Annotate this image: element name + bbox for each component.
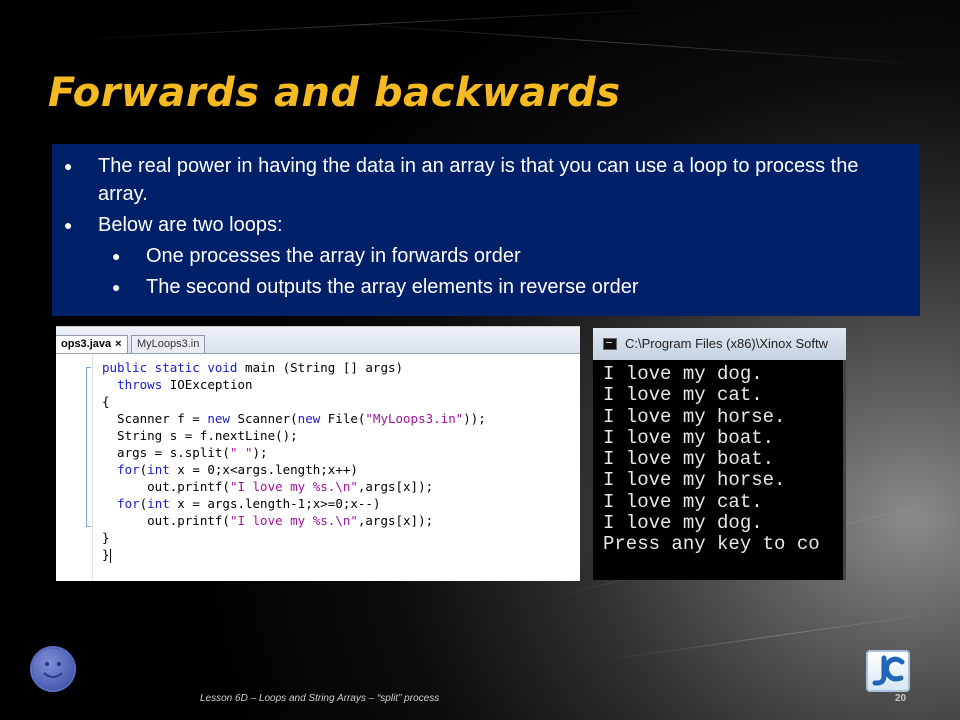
code-fold-bracket bbox=[86, 367, 91, 527]
bullet-dot-icon: ● bbox=[112, 279, 121, 295]
console-title-bar: C:\Program Files (x86)\Xinox Softw bbox=[593, 328, 846, 360]
jc-logo-icon bbox=[866, 650, 910, 692]
page-number: 20 bbox=[895, 693, 907, 704]
sub-bullet-item: ● One processes the array in forwards ord… bbox=[52, 242, 906, 270]
smiley-face-icon-glyph bbox=[43, 661, 63, 678]
bullet-item: ● The real power in having the data in an… bbox=[52, 152, 906, 208]
bullet-dot-icon: ● bbox=[112, 248, 121, 264]
bullet-item: ● Below are two loops: bbox=[52, 211, 906, 239]
bullet-list: ● The real power in having the data in an… bbox=[52, 152, 906, 301]
console-output: I love my dog. I love my cat. I love my … bbox=[603, 363, 820, 556]
bullet-box: ● The real power in having the data in an… bbox=[52, 144, 920, 316]
code-editor-screenshot: ops3.java × MyLoops3.in public static voi… bbox=[56, 326, 580, 581]
tab-java-file[interactable]: ops3.java × bbox=[56, 335, 128, 353]
slide-title: Forwards and backwards bbox=[48, 70, 621, 116]
sub-bullet-item: ● The second outputs the array elements i… bbox=[52, 273, 906, 301]
java-code: public static void main (String [] args)… bbox=[102, 360, 486, 563]
background-streak bbox=[299, 20, 939, 66]
bullet-dot-icon: ● bbox=[64, 217, 73, 233]
console-title: C:\Program Files (x86)\Xinox Softw bbox=[625, 336, 829, 351]
smiley-face-icon[interactable] bbox=[32, 648, 74, 690]
tab-input-file[interactable]: MyLoops3.in bbox=[131, 335, 206, 353]
console-window-screenshot: C:\Program Files (x86)\Xinox Softw I lov… bbox=[593, 328, 846, 580]
editor-tab-bar: ops3.java × MyLoops3.in bbox=[56, 327, 580, 354]
close-icon[interactable]: × bbox=[115, 338, 121, 350]
bullet-dot-icon: ● bbox=[64, 158, 73, 174]
jc-logo-glyph bbox=[872, 655, 905, 686]
console-scrollbar[interactable] bbox=[843, 360, 846, 580]
text-cursor bbox=[109, 548, 111, 563]
slide-footer: Lesson 6D – Loops and String Arrays – “s… bbox=[200, 693, 440, 704]
console-icon bbox=[603, 338, 617, 350]
